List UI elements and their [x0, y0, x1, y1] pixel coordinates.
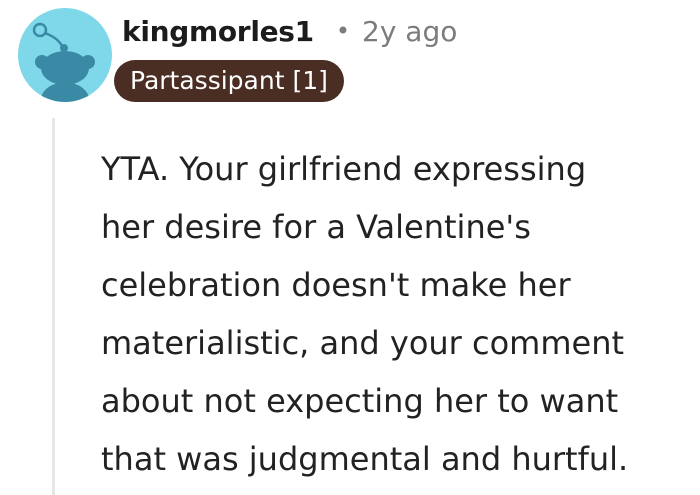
comment-body-line: that was judgmental and hurtful. — [101, 440, 629, 478]
username-link[interactable]: kingmorles1 — [122, 15, 314, 48]
comment: kingmorles1 • 2y ago Partassipant [1] YT… — [0, 0, 700, 495]
comment-body-line: about not expecting her to want — [101, 382, 619, 420]
user-avatar-icon[interactable] — [18, 8, 112, 102]
user-flair-badge[interactable]: Partassipant [1] — [114, 60, 344, 102]
comment-header: kingmorles1 • 2y ago — [122, 6, 457, 56]
snoo-avatar-icon — [32, 22, 95, 102]
comment-timestamp[interactable]: 2y ago — [362, 15, 457, 48]
thread-collapse-line[interactable] — [52, 118, 55, 495]
comment-body: YTA. Your girlfriend expressing her desi… — [101, 140, 696, 488]
meta-separator: • — [335, 17, 351, 45]
comment-body-line: YTA. Your girlfriend expressing — [101, 150, 587, 188]
comment-body-line: celebration doesn't make her — [101, 266, 571, 304]
comment-body-line: her desire for a Valentine's — [101, 208, 531, 246]
comment-body-line: materialistic, and your comment — [101, 324, 625, 362]
